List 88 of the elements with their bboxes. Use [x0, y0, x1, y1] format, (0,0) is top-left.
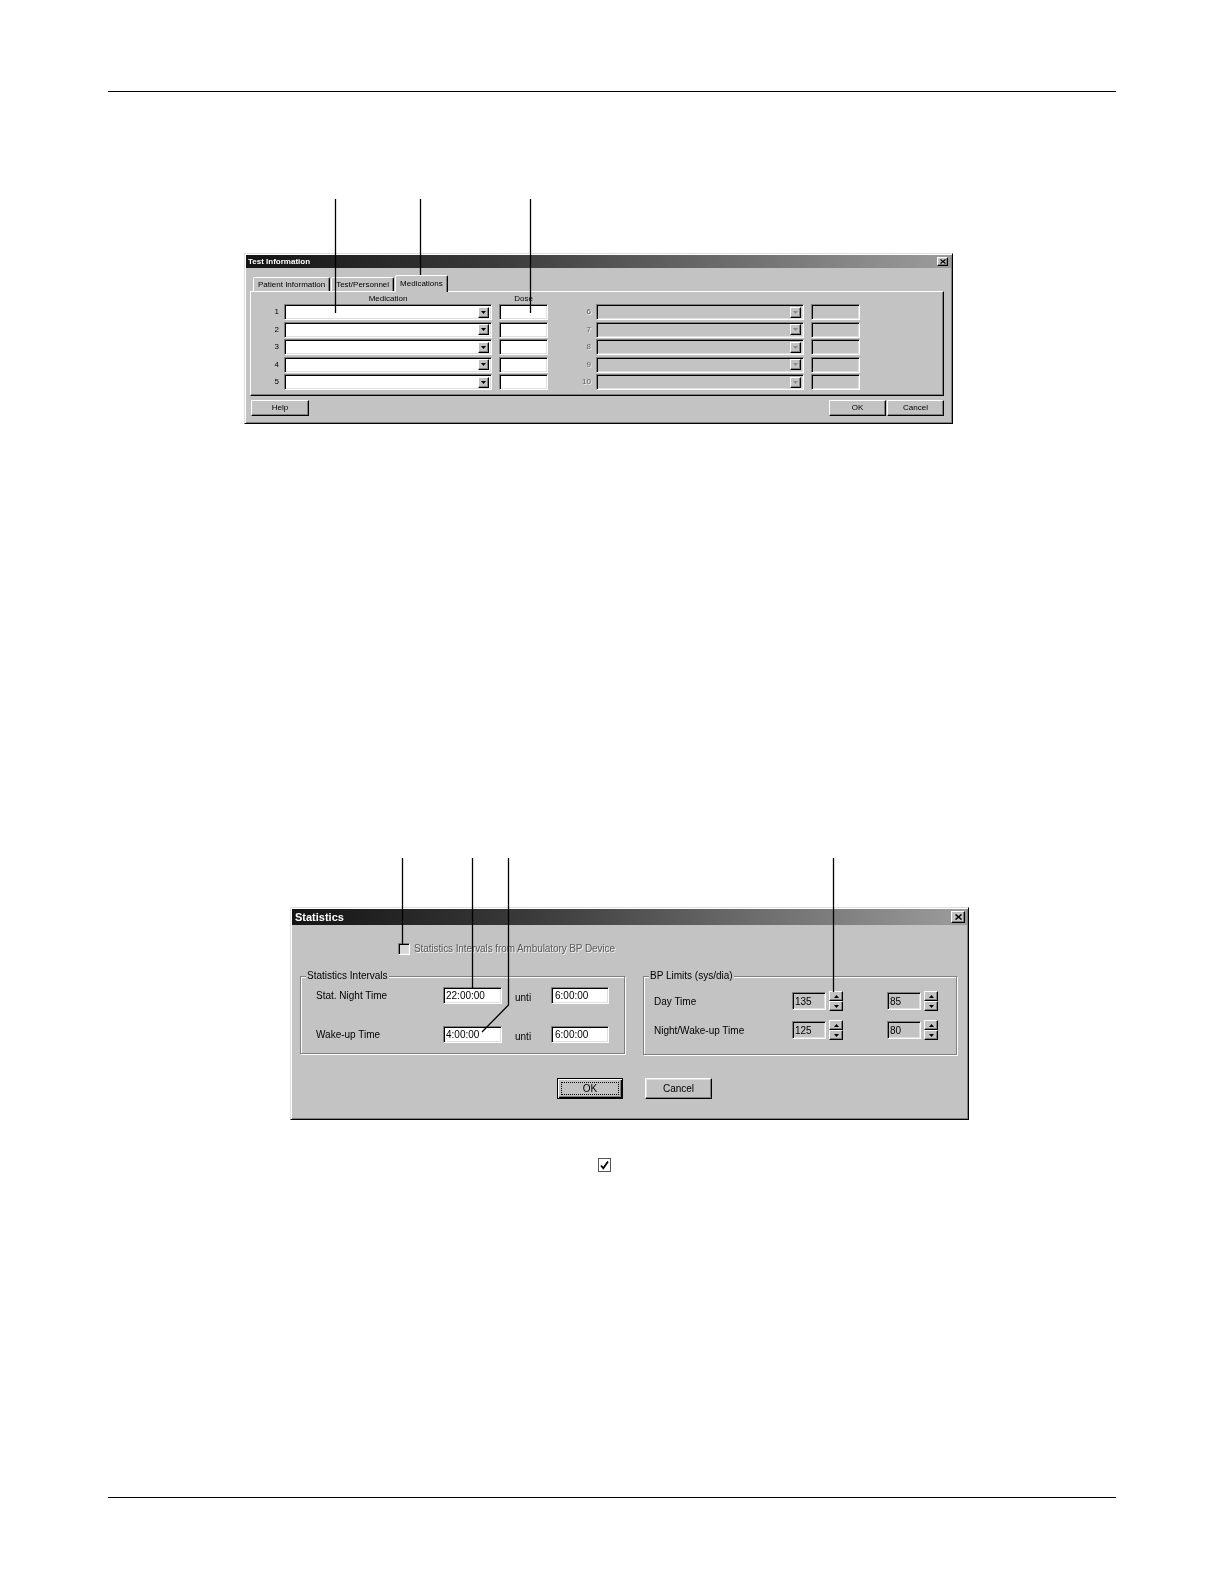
field-label: Wake-up Time — [316, 1029, 382, 1040]
number-field[interactable]: 125 — [792, 1021, 826, 1039]
medication-dropdown[interactable] — [284, 374, 492, 390]
group-title: Statistics Intervals — [306, 970, 389, 982]
dose-field[interactable] — [811, 339, 860, 355]
tab[interactable]: Test/Personnel — [331, 277, 395, 291]
row-number: 1 — [273, 307, 279, 317]
medication-dropdown[interactable] — [284, 321, 492, 338]
dropdown-button[interactable] — [478, 376, 489, 388]
spin-up-button[interactable] — [829, 991, 843, 1001]
down-arrow-icon — [793, 380, 798, 384]
down-arrow-icon — [833, 1033, 839, 1037]
down-arrow-icon — [481, 363, 486, 366]
field-label: Day Time — [654, 995, 698, 1007]
spin-up-button[interactable] — [924, 1020, 938, 1030]
up-arrow-icon — [928, 1023, 934, 1027]
tab[interactable]: Patient Information — [253, 277, 331, 291]
field-label: Stat. Night Time — [316, 990, 389, 1001]
medication-dropdown[interactable] — [284, 304, 492, 320]
dose-field[interactable] — [811, 304, 860, 320]
down-arrow-icon — [793, 328, 798, 331]
row-number: 7 — [585, 324, 591, 335]
dose-field[interactable] — [811, 321, 860, 338]
spin-down-button[interactable] — [829, 1001, 843, 1011]
row-number: 8 — [585, 342, 591, 352]
spin-down-button[interactable] — [924, 1030, 938, 1040]
up-arrow-icon — [833, 994, 839, 998]
dose-field[interactable] — [499, 321, 548, 338]
help-button[interactable]: Help — [251, 400, 309, 416]
dose-field[interactable] — [499, 304, 548, 320]
dose-field[interactable] — [499, 374, 548, 390]
time-field[interactable]: 4:00:00 — [443, 1026, 502, 1043]
tab[interactable]: Medications — [395, 275, 448, 292]
close-button[interactable] — [937, 257, 948, 266]
dose-field[interactable] — [499, 356, 548, 373]
down-arrow-icon — [793, 363, 798, 366]
dose-field[interactable] — [811, 356, 860, 373]
cancel-button[interactable]: Cancel — [887, 400, 944, 416]
ok-button[interactable]: OK — [557, 1078, 623, 1099]
number-field[interactable]: 80 — [887, 1021, 921, 1039]
number-field[interactable]: 135 — [792, 992, 826, 1010]
down-arrow-icon — [481, 345, 486, 349]
down-arrow-icon — [833, 1004, 839, 1008]
spin-up-button[interactable] — [829, 1020, 843, 1030]
spin-up-button[interactable] — [924, 991, 938, 1001]
row-number: 6 — [585, 307, 591, 317]
field-label: unti — [515, 991, 533, 1003]
window-title: Statistics — [295, 910, 344, 924]
down-arrow-icon — [481, 380, 486, 384]
dropdown-button[interactable] — [478, 359, 489, 370]
row-number: 3 — [273, 342, 279, 352]
medication-dropdown[interactable] — [284, 339, 492, 355]
close-icon — [954, 914, 962, 920]
group-title: BP Limits (sys/dia) — [649, 970, 734, 982]
row-number: 2 — [273, 324, 279, 335]
ok-button[interactable]: OK — [829, 400, 886, 416]
window-title: Test Information — [248, 256, 311, 267]
medication-dropdown[interactable] — [284, 356, 492, 373]
dose-field[interactable] — [811, 374, 860, 390]
up-arrow-icon — [833, 1023, 839, 1027]
down-arrow-icon — [481, 310, 486, 314]
tick-box-icon — [598, 1158, 611, 1172]
spin-down-button[interactable] — [829, 1030, 843, 1040]
row-number: 5 — [273, 377, 279, 387]
down-arrow-icon — [793, 345, 798, 349]
column-header: Medication — [367, 293, 409, 304]
number-field[interactable]: 85 — [887, 992, 921, 1010]
dropdown-button[interactable] — [478, 341, 489, 353]
down-arrow-icon — [481, 328, 486, 331]
down-arrow-icon — [928, 1004, 934, 1008]
close-button[interactable] — [951, 911, 965, 923]
row-number: 4 — [273, 359, 279, 370]
field-label: unti — [515, 1030, 533, 1042]
field-label: Night/Wake-up Time — [654, 1024, 746, 1036]
dose-field[interactable] — [499, 339, 548, 355]
dropdown-button[interactable] — [478, 306, 489, 318]
time-field[interactable]: 6:00:00 — [551, 987, 609, 1004]
down-arrow-icon — [793, 310, 798, 314]
time-field[interactable]: 22:00:00 — [443, 987, 502, 1004]
row-number: 10 — [581, 377, 591, 387]
row-number: 9 — [585, 359, 591, 370]
time-field[interactable]: 6:00:00 — [551, 1026, 609, 1043]
close-icon — [939, 259, 946, 264]
spin-down-button[interactable] — [924, 1001, 938, 1011]
dropdown-button[interactable] — [478, 324, 489, 335]
down-arrow-icon — [928, 1033, 934, 1037]
up-arrow-icon — [928, 994, 934, 998]
cancel-button[interactable]: Cancel — [645, 1078, 712, 1099]
